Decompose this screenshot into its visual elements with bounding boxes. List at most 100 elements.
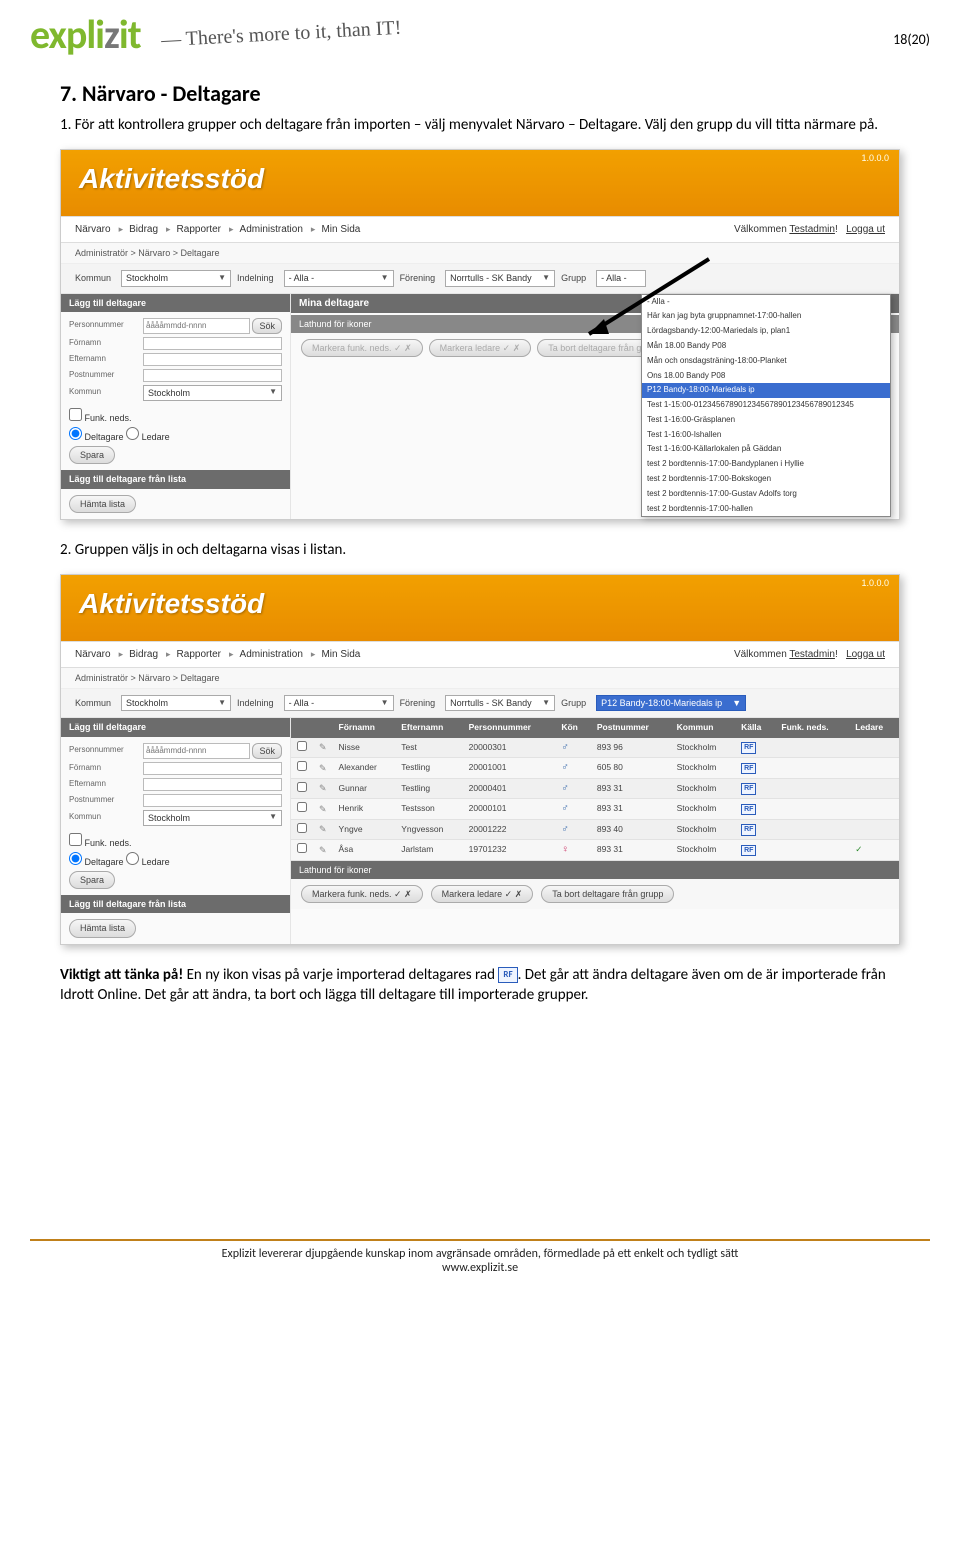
hamta-lista-button[interactable]: Hämta lista [69, 495, 136, 513]
dropdown-item[interactable]: test 2 bordtennis-17:00-Gustav Adolfs to… [642, 487, 890, 502]
row-checkbox[interactable] [297, 761, 307, 771]
kommun-sb-select[interactable]: Stockholm▼ [143, 385, 282, 401]
dropdown-item[interactable]: Mån och onsdagsträning-18:00-Planket [642, 354, 890, 369]
pencil-icon[interactable]: ✎ [319, 804, 327, 814]
deltagare-radio[interactable] [69, 852, 82, 865]
lathund-bar[interactable]: Lathund för ikoner [291, 861, 899, 879]
deltagare-table: Förnamn Efternamn Personnummer Kön Postn… [291, 718, 899, 860]
nav-rapporter[interactable]: Rapporter [177, 223, 221, 237]
version-label: 1.0.0.0 [861, 152, 889, 164]
pencil-icon[interactable]: ✎ [319, 824, 327, 834]
nav-min-sida[interactable]: Min Sida [321, 648, 360, 662]
postnummer-input[interactable] [143, 369, 282, 382]
th-kon[interactable]: Kön [555, 718, 591, 737]
markera-funk-button: Markera funk. neds. ✓ ✗ [301, 339, 423, 357]
nav-right: Välkommen Testadmin! Logga ut [734, 223, 885, 237]
nav-narvaro[interactable]: Närvaro [75, 648, 111, 662]
kommun-select[interactable]: Stockholm▼ [121, 270, 231, 286]
dropdown-item[interactable]: Test 1-16:00-Gräsplanen [642, 413, 890, 428]
th-postnummer[interactable]: Postnummer [591, 718, 671, 737]
dropdown-item[interactable]: test 2 bordtennis-17:00-Bokskogen [642, 472, 890, 487]
spara-button[interactable]: Spara [69, 446, 115, 464]
funkneds-checkbox[interactable] [69, 408, 82, 421]
personnummer-input[interactable] [143, 318, 250, 334]
logout-link[interactable]: Logga ut [846, 224, 885, 235]
fornamn-label: Förnamn [69, 763, 139, 774]
th-ledare[interactable]: Ledare [849, 718, 899, 737]
fornamn-input[interactable] [143, 762, 282, 775]
forening-select[interactable]: Norrtulls - SK Bandy▼ [445, 695, 555, 711]
chevron-down-icon: ▼ [381, 273, 389, 284]
cell-pnr: 19701232 [463, 840, 556, 861]
nav-narvaro[interactable]: Närvaro [75, 223, 111, 237]
spara-button[interactable]: Spara [69, 871, 115, 889]
sok-button[interactable]: Sök [252, 318, 282, 334]
nav-bidrag[interactable]: Bidrag [129, 223, 158, 237]
chevron-down-icon: ▼ [542, 273, 550, 284]
dropdown-item[interactable]: Ons 18.00 Bandy P08 [642, 369, 890, 384]
dropdown-item-selected[interactable]: P12 Bandy-18:00-Mariedals ip [642, 383, 890, 398]
row-checkbox[interactable] [297, 741, 307, 751]
efternamn-input[interactable] [143, 353, 282, 366]
row-checkbox[interactable] [297, 782, 307, 792]
tabort-button[interactable]: Ta bort deltagare från grupp [541, 885, 674, 903]
markera-funk-button[interactable]: Markera funk. neds. ✓ ✗ [301, 885, 423, 903]
nav-bidrag[interactable]: Bidrag [129, 648, 158, 662]
page-header: explizit — There's more to it, than IT! … [0, 0, 960, 59]
cell-ledare [849, 758, 899, 779]
pencil-icon[interactable]: ✎ [319, 742, 327, 752]
user-link[interactable]: Testadmin [789, 224, 835, 235]
pencil-icon[interactable]: ✎ [319, 783, 327, 793]
ledare-radio[interactable] [126, 852, 139, 865]
sok-button[interactable]: Sök [252, 743, 282, 759]
postnummer-input[interactable] [143, 794, 282, 807]
th-funkneds[interactable]: Funk. neds. [775, 718, 849, 737]
dropdown-item[interactable]: test 2 bordtennis-17:00-Bandyplanen i Hy… [642, 457, 890, 472]
forening-select[interactable]: Norrtulls - SK Bandy▼ [445, 270, 555, 286]
pencil-icon[interactable]: ✎ [319, 763, 327, 773]
cell-post: 893 31 [591, 840, 671, 861]
efternamn-input[interactable] [143, 778, 282, 791]
deltagare-radio[interactable] [69, 427, 82, 440]
dropdown-item[interactable]: Test 1-16:00-Ishallen [642, 428, 890, 443]
grupp-select-active[interactable]: P12 Bandy-18:00-Mariedals ip ▼ [596, 695, 746, 711]
hamta-lista-button[interactable]: Hämta lista [69, 919, 136, 937]
pencil-icon[interactable]: ✎ [319, 845, 327, 855]
row-checkbox[interactable] [297, 802, 307, 812]
nav-administration[interactable]: Administration [240, 223, 303, 237]
cell-fornamn: Henrik [333, 799, 396, 820]
cell-fornamn: Gunnar [333, 778, 396, 799]
funkneds-checkbox[interactable] [69, 833, 82, 846]
th-kalla[interactable]: Källa [735, 718, 775, 737]
th-personnummer[interactable]: Personnummer [463, 718, 556, 737]
logout-link[interactable]: Logga ut [846, 649, 885, 660]
nav-min-sida[interactable]: Min Sida [321, 223, 360, 237]
kommun-select[interactable]: Stockholm▼ [121, 695, 231, 711]
logo-part3: it [119, 10, 141, 59]
indelning-select[interactable]: - Alla -▼ [284, 695, 394, 711]
dropdown-item[interactable]: Test 1-16:00-Källarlokalen på Gäddan [642, 442, 890, 457]
th-efternamn[interactable]: Efternamn [395, 718, 462, 737]
ledare-radio[interactable] [126, 427, 139, 440]
rf-icon: RF [741, 763, 756, 774]
kommun-sb-select[interactable]: Stockholm▼ [143, 810, 282, 826]
row-checkbox[interactable] [297, 843, 307, 853]
nav-administration[interactable]: Administration [240, 648, 303, 662]
th-kommun[interactable]: Kommun [671, 718, 735, 737]
cell-kalla: RF [735, 840, 775, 861]
indelning-select[interactable]: - Alla -▼ [284, 270, 394, 286]
markera-ledare-button[interactable]: Markera ledare ✓ ✗ [431, 885, 534, 903]
th-fornamn[interactable]: Förnamn [333, 718, 396, 737]
sidebar-head-add: Lägg till deltagare [61, 294, 290, 312]
dropdown-item[interactable]: Test 1-15:00-012345678901234567890123456… [642, 398, 890, 413]
rf-icon: RF [498, 967, 517, 983]
cell-fornamn: Åsa [333, 840, 396, 861]
row-checkbox[interactable] [297, 823, 307, 833]
rf-icon: RF [741, 804, 756, 815]
personnummer-input[interactable] [143, 743, 250, 759]
nav-rapporter[interactable]: Rapporter [177, 648, 221, 662]
dropdown-item[interactable]: test 2 bordtennis-17:00-hallen [642, 502, 890, 517]
cell-kon: ♂ [555, 738, 591, 758]
fornamn-input[interactable] [143, 337, 282, 350]
user-link[interactable]: Testadmin [789, 649, 835, 660]
